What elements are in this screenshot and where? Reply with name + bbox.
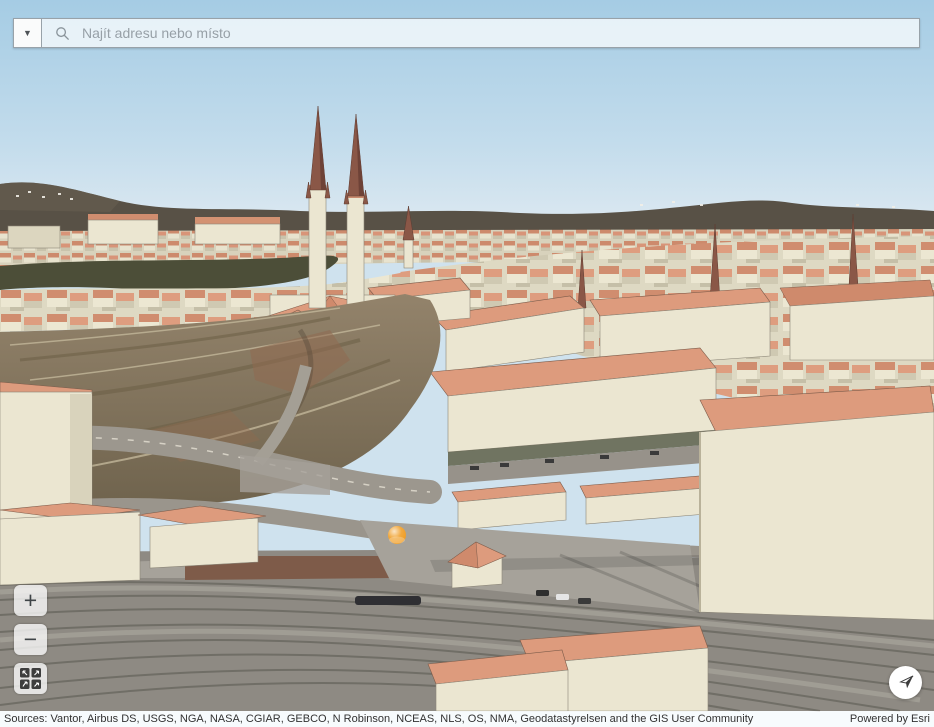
navigation-toggle-button[interactable] bbox=[14, 663, 47, 694]
map-3d-scene[interactable] bbox=[0, 0, 934, 727]
compass-needle-icon bbox=[894, 671, 918, 695]
zoom-controls: + − bbox=[14, 585, 47, 694]
compass-button[interactable] bbox=[889, 666, 922, 699]
powered-by-esri: Powered by Esri bbox=[850, 713, 930, 725]
zoom-out-button[interactable]: − bbox=[14, 624, 47, 655]
scene-viewer: ▼ + − bbox=[0, 0, 934, 727]
location-marker[interactable] bbox=[388, 526, 406, 544]
search-field bbox=[41, 18, 920, 48]
search-bar: ▼ bbox=[13, 18, 920, 48]
train bbox=[355, 596, 421, 605]
search-input[interactable] bbox=[42, 19, 919, 47]
search-dropdown-button[interactable]: ▼ bbox=[13, 18, 41, 48]
attribution-sources: Sources: Vantor, Airbus DS, USGS, NGA, N… bbox=[4, 713, 753, 725]
attribution-bar: Sources: Vantor, Airbus DS, USGS, NGA, N… bbox=[0, 711, 934, 727]
chevron-down-icon: ▼ bbox=[23, 29, 32, 38]
zoom-in-button[interactable]: + bbox=[14, 585, 47, 616]
building-right-large bbox=[700, 386, 934, 620]
house-left-mid bbox=[138, 506, 266, 568]
pan-rotate-toggle-icon bbox=[20, 668, 41, 689]
